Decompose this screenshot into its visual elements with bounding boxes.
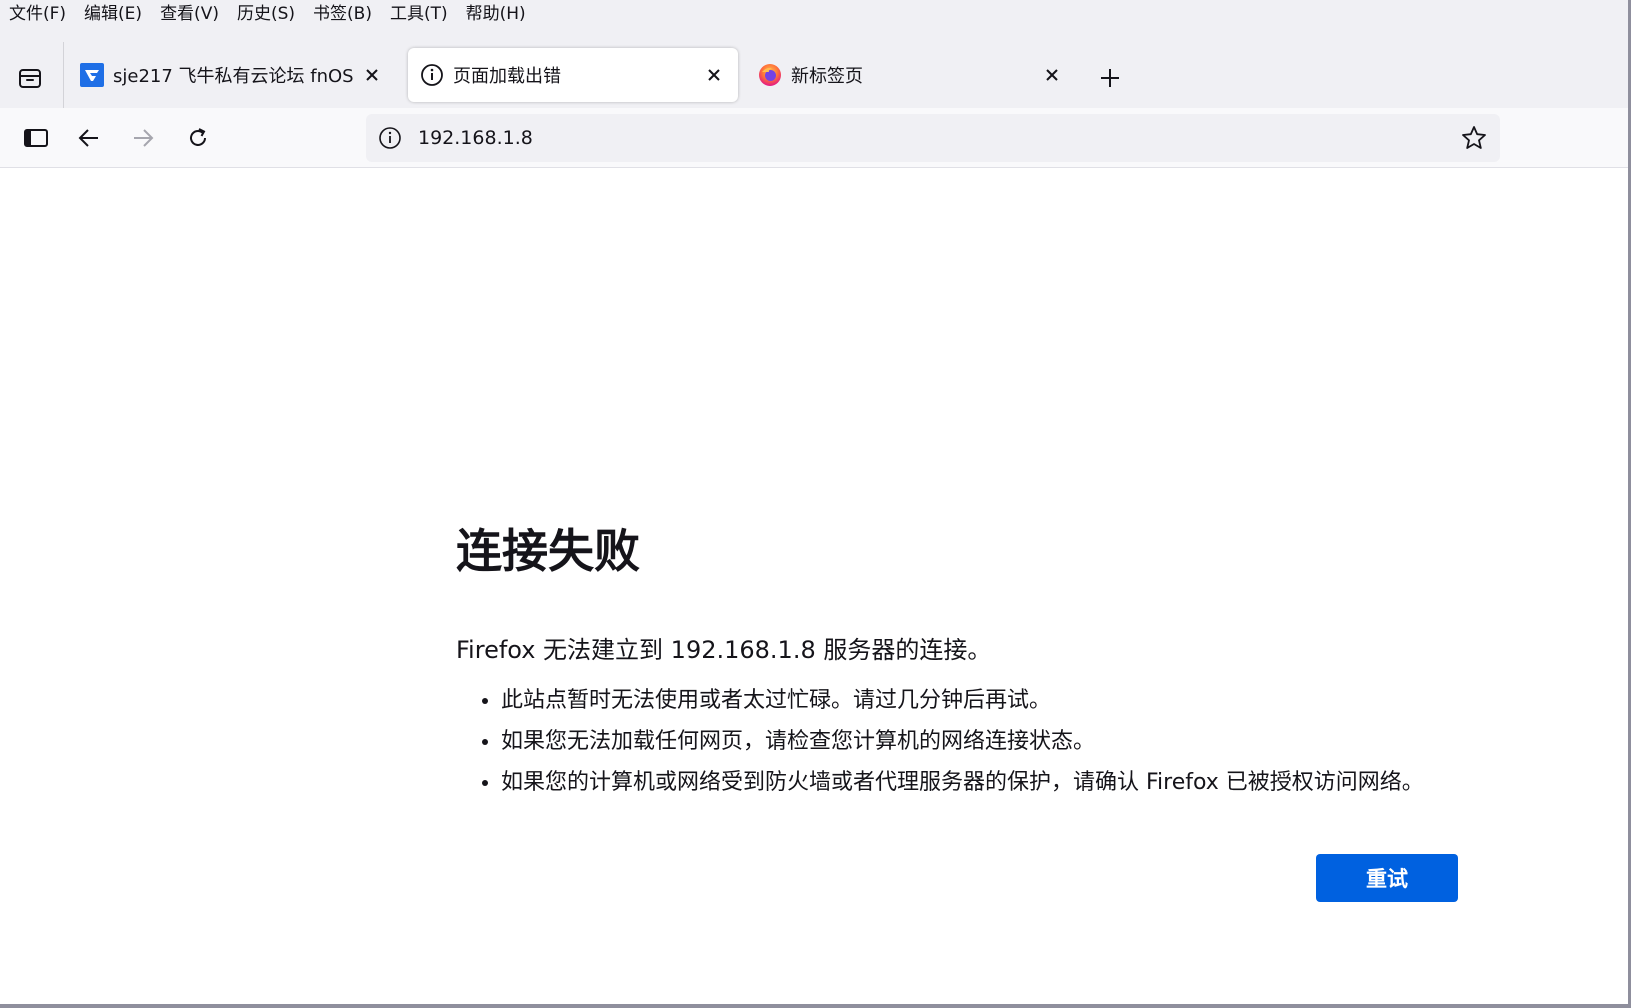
forward-button[interactable]	[125, 120, 161, 156]
tab-strip: sje217 飞牛私有云论坛 fnOS 页面加载出错 新标签页	[0, 28, 1631, 108]
error-suggestions-list: 此站点暂时无法使用或者太过忙碌。请过几分钟后再试。 如果您无法加载任何网页，请检…	[456, 680, 1424, 803]
tab-fnos-forum[interactable]: sje217 飞牛私有云论坛 fnOS	[68, 48, 396, 102]
tab-separator	[63, 42, 64, 108]
list-item: 此站点暂时无法使用或者太过忙碌。请过几分钟后再试。	[501, 680, 1424, 721]
tab-new-tab[interactable]: 新标签页	[746, 48, 1076, 102]
tab-load-error[interactable]: 页面加载出错	[408, 48, 738, 102]
tab-close-button[interactable]	[1038, 61, 1066, 89]
page-content: 连接失败 Firefox 无法建立到 192.168.1.8 服务器的连接。 此…	[0, 168, 1631, 1004]
error-title: 连接失败	[456, 524, 640, 578]
sidebar-toggle-button[interactable]	[18, 120, 54, 156]
sidebar-icon	[24, 129, 48, 147]
close-icon	[708, 69, 720, 81]
close-icon	[1046, 69, 1058, 81]
tab-title: 新标签页	[791, 66, 863, 87]
url-input[interactable]: 192.168.1.8	[418, 127, 1458, 149]
tab-title: 页面加载出错	[453, 66, 561, 87]
window-bottom-border	[0, 1004, 1631, 1008]
list-item: 如果您的计算机或网络受到防火墙或者代理服务器的保护，请确认 Firefox 已被…	[501, 762, 1424, 803]
navigation-toolbar: 192.168.1.8	[0, 108, 1631, 168]
menu-edit[interactable]: 编辑(E)	[75, 0, 151, 28]
menu-bookmarks[interactable]: 书签(B)	[304, 0, 381, 28]
arrow-left-icon	[78, 129, 98, 147]
arrow-right-icon	[134, 129, 154, 147]
close-icon	[366, 69, 378, 81]
plus-icon	[1101, 69, 1119, 87]
menu-help[interactable]: 帮助(H)	[457, 0, 535, 28]
new-tab-button[interactable]	[1092, 60, 1128, 96]
tab-manager-button[interactable]	[12, 60, 48, 96]
list-item: 如果您无法加载任何网页，请检查您计算机的网络连接状态。	[501, 721, 1424, 762]
tab-close-button[interactable]	[700, 61, 728, 89]
url-bar[interactable]: 192.168.1.8	[366, 114, 1500, 162]
site-info-button[interactable]	[376, 124, 404, 152]
menu-history[interactable]: 历史(S)	[228, 0, 304, 28]
bookmark-button[interactable]	[1458, 122, 1490, 154]
error-description: Firefox 无法建立到 192.168.1.8 服务器的连接。	[456, 636, 992, 664]
menu-view[interactable]: 查看(V)	[151, 0, 228, 28]
reload-button[interactable]	[180, 120, 216, 156]
tab-manager-icon	[19, 69, 41, 88]
menu-file[interactable]: 文件(F)	[0, 0, 75, 28]
reload-icon	[190, 128, 206, 146]
menu-tools[interactable]: 工具(T)	[381, 0, 457, 28]
browser-window: 文件(F) 编辑(E) 查看(V) 历史(S) 书签(B) 工具(T) 帮助(H…	[0, 0, 1631, 1008]
tab-close-button[interactable]	[358, 61, 386, 89]
back-button[interactable]	[71, 120, 107, 156]
retry-button[interactable]: 重试	[1316, 854, 1458, 902]
star-icon	[1462, 126, 1486, 149]
menu-bar: 文件(F) 编辑(E) 查看(V) 历史(S) 书签(B) 工具(T) 帮助(H…	[0, 0, 1631, 28]
tab-title: sje217 飞牛私有云论坛 fnOS	[113, 66, 354, 87]
firefox-icon	[758, 63, 782, 87]
info-icon	[379, 127, 401, 149]
info-icon	[420, 63, 444, 87]
fnos-site-icon	[80, 63, 104, 87]
